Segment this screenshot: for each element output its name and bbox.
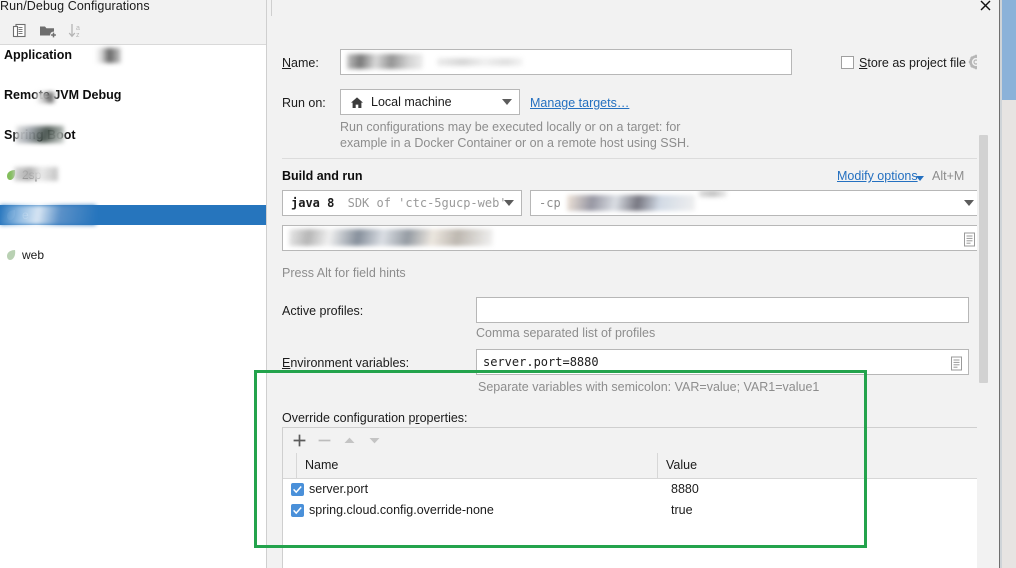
tree-item-remote-jvm-debug[interactable]: Remote JVM Debug xyxy=(0,85,266,105)
table-toolbar xyxy=(283,428,981,454)
close-glyph xyxy=(980,0,990,11)
expand-field-icon[interactable] xyxy=(963,231,976,247)
sdk-value-bold: java 8 xyxy=(291,196,335,210)
field-hints-text: Press Alt for field hints xyxy=(282,266,406,280)
tree-item-config-web[interactable]: web xyxy=(0,245,266,265)
move-down-button[interactable] xyxy=(366,432,383,449)
redaction-blur xyxy=(95,48,121,63)
row-checkbox[interactable] xyxy=(291,483,304,496)
sdk-value-rest: SDK of 'ctc-5gucp-web' xyxy=(347,196,507,210)
configurations-tree: Application Remote JVM Debug Spring Boot… xyxy=(0,45,266,262)
move-up-button[interactable] xyxy=(341,432,358,449)
check-icon xyxy=(293,486,302,494)
main-class-input[interactable] xyxy=(282,225,982,251)
form-scrollbar-thumb[interactable] xyxy=(979,135,988,383)
active-profiles-input[interactable] xyxy=(476,297,969,323)
run-on-hint-line2: example in a Docker Container or on a re… xyxy=(340,136,690,150)
environment-variables-hint: Separate variables with semicolon: VAR=v… xyxy=(478,380,820,394)
chevron-down-icon[interactable] xyxy=(916,176,924,181)
home-icon xyxy=(349,95,365,111)
redaction-blur xyxy=(0,205,96,225)
dialog-titlebar: Run/Debug Configurations xyxy=(0,0,1000,16)
run-on-label: Run on: xyxy=(282,96,326,110)
tree-item-config-selected[interactable]: e xyxy=(0,205,266,225)
column-header-value[interactable]: Value xyxy=(658,453,986,478)
row-value: 8880 xyxy=(671,482,699,496)
environment-variables-input[interactable]: server.port=8880 xyxy=(476,349,969,375)
run-debug-configurations-dialog: Run/Debug Configurations a z Application… xyxy=(0,0,1000,568)
redaction-blur xyxy=(14,167,58,181)
environment-variables-value: server.port=8880 xyxy=(483,355,599,369)
expand-field-icon[interactable] xyxy=(950,355,963,371)
redaction-blur xyxy=(289,229,493,246)
redaction-blur xyxy=(16,126,64,143)
add-property-button[interactable] xyxy=(291,432,308,449)
desktop-background-bottom xyxy=(1002,100,1016,568)
name-label: NName:ame: xyxy=(282,56,319,70)
row-name: spring.cloud.config.override-none xyxy=(309,503,494,517)
environment-variables-label: Environment variables: xyxy=(282,356,410,370)
manage-targets-link-text: Manage targets… xyxy=(530,96,630,110)
tree-item-label: web xyxy=(22,248,45,262)
redaction-blur xyxy=(699,191,727,197)
configuration-form-panel: NName:ame: Store as project file Run on:… xyxy=(271,16,1000,568)
active-profiles-label: Active profiles: xyxy=(282,304,364,318)
row-checkbox[interactable] xyxy=(291,504,304,517)
build-and-run-title: Build and run xyxy=(282,169,363,183)
table-row[interactable]: spring.cloud.config.override-none true xyxy=(283,500,981,521)
configurations-tree-panel: a z Application Remote JVM Debug Spring … xyxy=(0,16,266,568)
chevron-down-icon xyxy=(502,99,512,105)
sdk-combo[interactable]: java 8 SDK of 'ctc-5gucp-web' xyxy=(282,190,522,216)
chevron-down-icon xyxy=(964,200,974,206)
run-on-hint-line1: Run configurations may be executed local… xyxy=(340,120,681,134)
svg-text:z: z xyxy=(76,32,80,39)
table-row[interactable]: server.port 8880 xyxy=(283,479,981,500)
run-on-combo[interactable]: Local machine xyxy=(340,89,520,115)
redaction-blur xyxy=(437,58,523,66)
dialog-title: Run/Debug Configurations xyxy=(0,0,150,13)
active-profiles-hint: Comma separated list of profiles xyxy=(476,326,656,340)
tree-item-application[interactable]: Application xyxy=(0,45,266,65)
override-properties-label: Override configuration properties: xyxy=(282,411,468,425)
row-value: true xyxy=(671,503,693,517)
tree-item-label: Remote JVM Debug xyxy=(4,88,122,102)
store-as-project-file-checkbox[interactable] xyxy=(841,56,854,69)
row-name: server.port xyxy=(309,482,369,496)
svg-text:a: a xyxy=(76,25,80,32)
redaction-blur xyxy=(567,195,695,211)
modify-options-shortcut: Alt+M xyxy=(932,169,965,183)
store-as-project-file-label: Store as project file xyxy=(859,56,967,70)
modify-options-link-text: Modify options xyxy=(837,169,918,183)
name-input[interactable] xyxy=(340,49,792,75)
check-icon xyxy=(293,507,302,515)
column-header-name[interactable]: Name xyxy=(297,453,665,478)
table-header-row: Name Value xyxy=(283,453,981,479)
tree-item-config-1[interactable]: 2sp xyxy=(0,165,266,185)
tree-item-label: Application xyxy=(4,48,73,62)
spring-leaf-icon xyxy=(4,248,18,262)
modify-options-link[interactable]: Modify options xyxy=(837,169,918,183)
section-divider xyxy=(282,158,982,159)
redaction-blur xyxy=(36,92,56,103)
sort-alphabetically-icon[interactable]: a z xyxy=(66,21,86,41)
cp-value: -cp xyxy=(539,196,561,210)
desktop-background-top xyxy=(1002,0,1016,100)
cp-combo[interactable]: -cp xyxy=(530,190,982,216)
remove-property-button[interactable] xyxy=(316,432,333,449)
new-folder-icon[interactable] xyxy=(38,21,58,41)
tree-item-spring-boot[interactable]: Spring Boot xyxy=(0,125,266,145)
tree-toolbar: a z xyxy=(0,16,266,45)
override-properties-table: Name Value server.port 8880 spring.cloud… xyxy=(282,427,982,568)
run-on-value: Local machine xyxy=(371,95,452,109)
chevron-down-icon xyxy=(504,200,514,206)
desktop-background xyxy=(1000,0,1016,568)
copy-configuration-icon[interactable] xyxy=(10,21,30,41)
redaction-blur xyxy=(347,54,423,69)
manage-targets-link[interactable]: Manage targets… xyxy=(530,96,629,110)
